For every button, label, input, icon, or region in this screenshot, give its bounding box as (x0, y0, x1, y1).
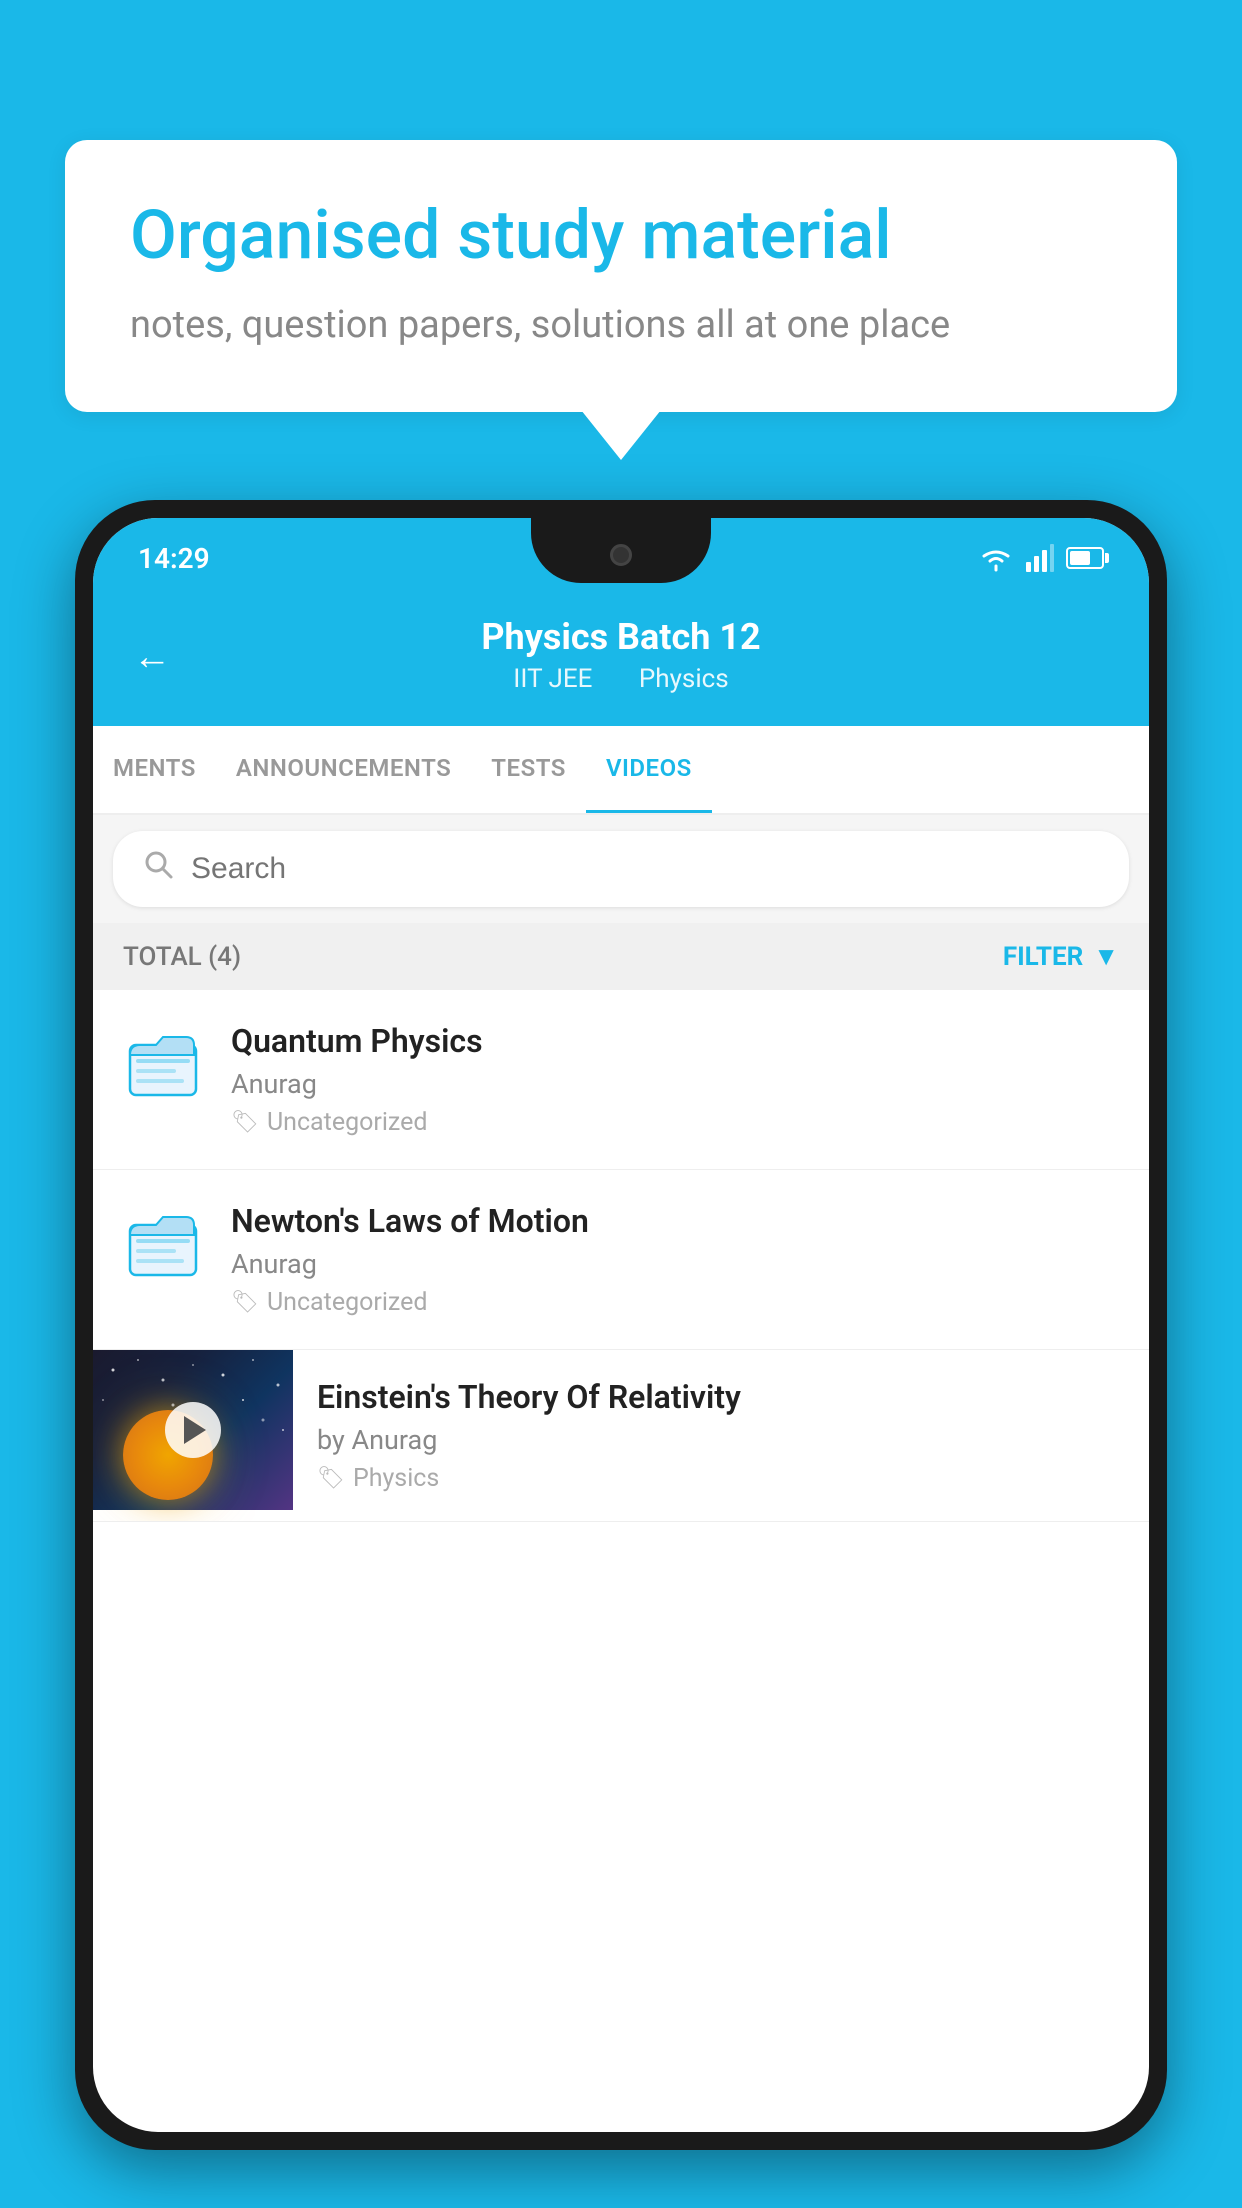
item-title: Einstein's Theory Of Relativity (317, 1378, 1125, 1416)
item-content: Quantum Physics Anurag 🏷 Uncategorized (231, 1022, 1119, 1137)
list-item[interactable]: Quantum Physics Anurag 🏷 Uncategorized (93, 990, 1149, 1170)
search-bar (113, 831, 1129, 907)
tag-text: Physics (353, 1464, 439, 1493)
item-title: Newton's Laws of Motion (231, 1202, 1119, 1240)
speech-bubble: Organised study material notes, question… (65, 140, 1177, 412)
play-button[interactable] (165, 1402, 221, 1458)
item-author: Anurag (231, 1248, 1119, 1280)
wifi-icon (978, 544, 1014, 572)
tag-icon: 🏷 (317, 1466, 345, 1491)
item-icon (123, 1022, 203, 1112)
hero-subtitle: notes, question papers, solutions all at… (130, 299, 1112, 352)
total-count: TOTAL (4) (123, 942, 241, 972)
back-button[interactable]: ← (133, 635, 171, 679)
tab-ments[interactable]: MENTS (93, 726, 216, 813)
filter-funnel-icon: ▼ (1093, 941, 1119, 972)
item-author: Anurag (231, 1068, 1119, 1100)
header-title: Physics Batch 12 (481, 616, 760, 658)
item-tag: 🏷 Uncategorized (231, 1108, 1119, 1137)
header-subtitle: IIT JEE Physics (503, 664, 738, 694)
phone-notch (531, 518, 711, 583)
hero-title: Organised study material (130, 195, 1112, 277)
filter-label: FILTER (1003, 942, 1083, 972)
tag-text: Uncategorized (267, 1288, 428, 1317)
item-tag: 🏷 Uncategorized (231, 1288, 1119, 1317)
tab-announcements[interactable]: ANNOUNCEMENTS (216, 726, 471, 813)
filter-button[interactable]: FILTER ▼ (1003, 941, 1119, 972)
content-list: Quantum Physics Anurag 🏷 Uncategorized (93, 990, 1149, 1522)
list-item[interactable]: Einstein's Theory Of Relativity by Anura… (93, 1350, 1149, 1522)
item-content: Newton's Laws of Motion Anurag 🏷 Uncateg… (231, 1202, 1119, 1317)
phone-mockup: 14:29 (75, 500, 1167, 2150)
tag-icon: 🏷 (231, 1110, 259, 1135)
item-content: Einstein's Theory Of Relativity by Anura… (293, 1350, 1149, 1521)
front-camera (610, 544, 632, 566)
item-tag: 🏷 Physics (317, 1464, 1125, 1493)
tab-tests[interactable]: TESTS (471, 726, 586, 813)
header-subtitle-part2: Physics (639, 664, 729, 694)
list-item[interactable]: Newton's Laws of Motion Anurag 🏷 Uncateg… (93, 1170, 1149, 1350)
search-input[interactable] (191, 852, 1099, 886)
phone-screen: 14:29 (93, 518, 1149, 2132)
search-container (93, 815, 1149, 923)
filter-bar: TOTAL (4) FILTER ▼ (93, 923, 1149, 990)
header-subtitle-part1: IIT JEE (513, 664, 592, 694)
status-icons (978, 544, 1104, 572)
tab-bar: MENTS ANNOUNCEMENTS TESTS VIDEOS (93, 726, 1149, 815)
play-triangle-icon (184, 1416, 206, 1444)
tag-icon: 🏷 (231, 1290, 259, 1315)
item-author: by Anurag (317, 1424, 1125, 1456)
tab-videos[interactable]: VIDEOS (586, 726, 712, 813)
video-thumbnail (93, 1350, 293, 1510)
app-header: ← Physics Batch 12 IIT JEE Physics (93, 588, 1149, 726)
signal-icon (1026, 544, 1054, 572)
folder-icon (128, 1207, 198, 1287)
item-title: Quantum Physics (231, 1022, 1119, 1060)
status-time: 14:29 (138, 542, 210, 575)
hero-section: Organised study material notes, question… (65, 140, 1177, 412)
phone-frame: 14:29 (75, 500, 1167, 2150)
item-icon (123, 1202, 203, 1292)
tag-text: Uncategorized (267, 1108, 428, 1137)
battery-icon (1066, 547, 1104, 569)
folder-icon (128, 1027, 198, 1107)
search-icon (143, 849, 175, 889)
